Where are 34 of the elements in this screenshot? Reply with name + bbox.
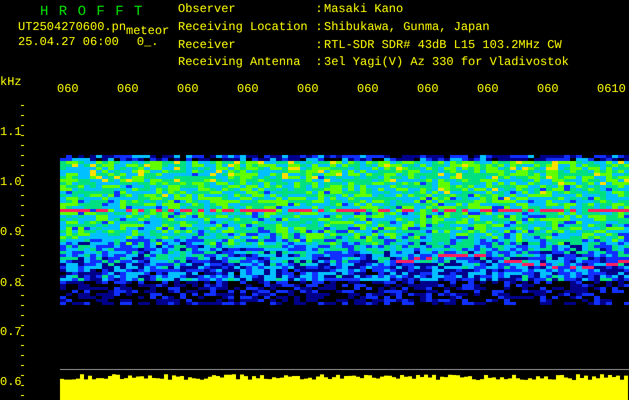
field-label: Observer <box>178 4 237 18</box>
field-value: Masaki Kano <box>324 4 404 18</box>
time-label: 060 <box>117 82 139 96</box>
time-label: 060 <box>237 82 259 96</box>
field-separator: : <box>315 4 323 18</box>
frequency-label: 0.8 <box>0 276 22 290</box>
counter-text: 0_. <box>136 35 158 50</box>
field-label: Receiving Location <box>178 22 309 36</box>
axis-unit: kHz <box>0 75 22 89</box>
time-label: 060 <box>477 82 499 96</box>
frequency-label: 1.0 <box>0 175 22 189</box>
file-name: UT2504270600.pn <box>18 20 126 35</box>
timestamp: 25.04.27 06:00 <box>18 35 119 50</box>
logo-text: H R O F F T <box>39 4 144 20</box>
time-label: 060 <box>357 82 379 96</box>
type-label: meteor <box>126 24 170 38</box>
frequency-label: 1.1 <box>0 125 22 139</box>
field-separator: : <box>315 22 323 36</box>
field-separator: : <box>315 40 323 54</box>
frequency-label: 0.7 <box>0 325 22 339</box>
time-label: 060 <box>297 82 319 96</box>
time-label: 060 <box>417 82 439 96</box>
time-label: 060 <box>57 82 79 96</box>
field-label: Receiver <box>178 40 237 54</box>
field-value: Shibukawa, Gunma, Japan <box>324 22 491 36</box>
time-label: 060 <box>177 82 199 96</box>
time-label: 0610 <box>597 82 626 96</box>
frequency-label: 0.6 <box>0 375 22 389</box>
field-separator: : <box>315 57 323 72</box>
frequency-label: 0.9 <box>0 225 22 239</box>
time-label: 060 <box>537 82 559 96</box>
field-value: RTL-SDR SDR# 43dB L15 103.2MHz CW <box>324 40 563 54</box>
field-label: Receiving Antenna <box>178 57 302 72</box>
field-value: 3el Yagi(V) Az 330 for Vladivostok <box>324 57 569 72</box>
